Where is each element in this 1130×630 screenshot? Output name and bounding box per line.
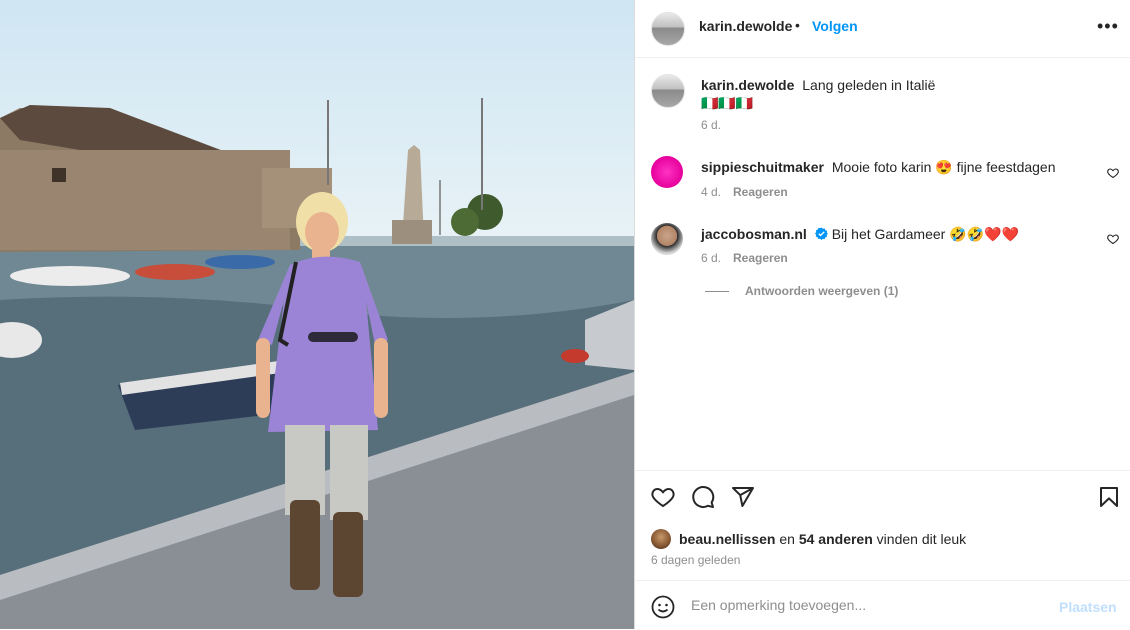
caption-author-avatar[interactable] — [651, 74, 685, 108]
likes-summary: beau.nellissen en 54 anderen vinden dit … — [651, 529, 966, 549]
share-icon[interactable] — [731, 485, 755, 509]
view-replies-button[interactable]: Antwoorden weergeven (1) — [705, 284, 898, 298]
comment-item: sippieschuitmaker Mooie foto karin 😍 fij… — [651, 156, 1121, 206]
commenter-avatar[interactable] — [651, 156, 683, 188]
comment-icon[interactable] — [691, 485, 715, 509]
caption-age[interactable]: 6 d. — [701, 118, 721, 132]
comment-body: sippieschuitmaker Mooie foto karin 😍 fij… — [701, 158, 1101, 176]
author-username[interactable]: karin.dewolde — [699, 18, 792, 34]
heart-icon[interactable] — [651, 485, 675, 509]
reply-button[interactable]: Reageren — [733, 185, 788, 199]
commenter-username[interactable]: sippieschuitmaker — [701, 159, 828, 175]
replies-divider-line — [705, 290, 729, 292]
post-details-panel: karin.dewolde • Volgen ••• karin.dewolde… — [634, 0, 1130, 629]
separator-dot: • — [795, 17, 800, 33]
verified-badge-icon — [814, 227, 828, 240]
comment-age[interactable]: 6 d. — [701, 251, 721, 265]
add-comment-bar: Plaatsen — [635, 580, 1130, 630]
caption: karin.dewolde Lang geleden in Italië 🇮🇹🇮… — [651, 74, 1121, 134]
comment-item: jaccobosman.nl Bij het Gardameer 🤣🤣❤️❤️ … — [651, 223, 1121, 273]
commenter-avatar[interactable] — [651, 223, 683, 255]
more-options-icon[interactable]: ••• — [1097, 17, 1119, 35]
likes-connector: en — [779, 531, 795, 547]
follow-button[interactable]: Volgen — [812, 18, 858, 34]
post-comment-button[interactable]: Plaatsen — [1059, 599, 1117, 615]
comment-age[interactable]: 4 d. — [701, 185, 721, 199]
comment-text: Bij het Gardameer 🤣🤣❤️❤️ — [831, 226, 1019, 242]
caption-meta: 6 d. — [701, 118, 721, 132]
commenter-username[interactable]: jaccobosman.nl — [701, 226, 811, 242]
author-avatar[interactable] — [651, 12, 685, 46]
comment-input[interactable] — [691, 593, 1041, 617]
post-photo[interactable] — [0, 0, 634, 629]
likes-others-link[interactable]: 54 anderen — [799, 531, 873, 547]
reply-button[interactable]: Reageren — [733, 251, 788, 265]
comment-body: jaccobosman.nl Bij het Gardameer 🤣🤣❤️❤️ — [701, 225, 1101, 243]
post-header: karin.dewolde • Volgen ••• — [635, 0, 1130, 58]
post-date[interactable]: 6 dagen geleden — [651, 553, 740, 567]
lake-harbor-photo — [0, 98, 634, 629]
liker-avatar[interactable] — [651, 529, 671, 549]
comment-text: Mooie foto karin 😍 fijne feestdagen — [831, 159, 1056, 175]
view-replies-label: Antwoorden weergeven (1) — [745, 284, 899, 298]
caption-author-username[interactable]: karin.dewolde — [701, 77, 798, 93]
caption-body: karin.dewolde Lang geleden in Italië 🇮🇹🇮… — [701, 76, 1101, 112]
instagram-post-modal: karin.dewolde • Volgen ••• karin.dewolde… — [0, 0, 1130, 629]
comment-like-heart-icon[interactable] — [1107, 233, 1119, 245]
comment-like-heart-icon[interactable] — [1107, 167, 1119, 179]
liker-username[interactable]: beau.nellissen — [679, 531, 775, 547]
comment-meta: 6 d. Reageren — [701, 251, 788, 265]
likes-suffix: vinden dit leuk — [876, 531, 967, 547]
emoji-icon[interactable] — [651, 595, 675, 619]
caption-text: Lang geleden in Italië — [802, 77, 936, 93]
bookmark-icon[interactable] — [1097, 485, 1121, 509]
caption-flags: 🇮🇹🇮🇹🇮🇹 — [701, 95, 754, 111]
post-actions: beau.nellissen en 54 anderen vinden dit … — [635, 470, 1130, 581]
comment-meta: 4 d. Reageren — [701, 185, 788, 199]
